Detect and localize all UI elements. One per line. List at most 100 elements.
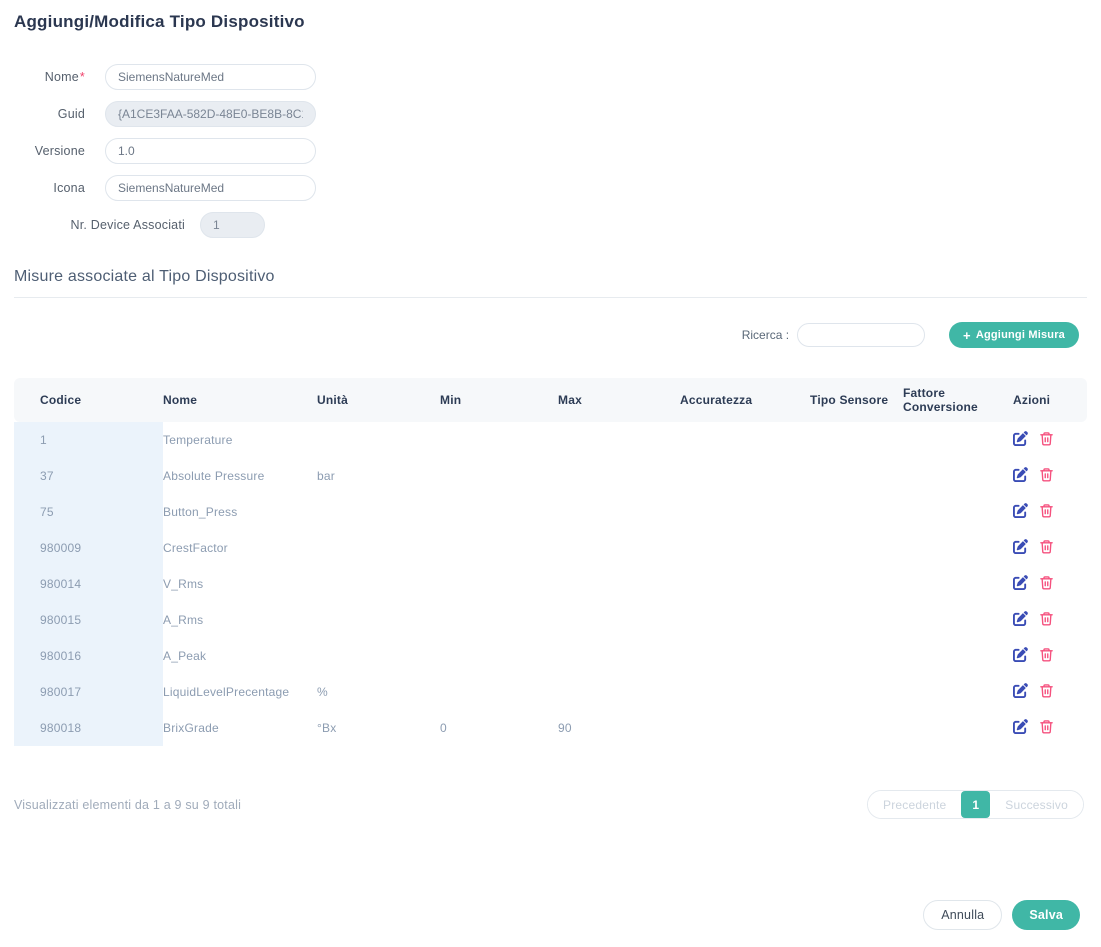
cell-min bbox=[440, 422, 558, 458]
edit-row-button[interactable] bbox=[1013, 539, 1028, 554]
nome-field[interactable] bbox=[105, 64, 316, 90]
delete-row-button[interactable] bbox=[1039, 467, 1054, 482]
edit-pencil-icon bbox=[1013, 467, 1028, 482]
guid-field bbox=[105, 101, 316, 127]
pagination-page-1-button[interactable]: 1 bbox=[961, 791, 990, 818]
cell-azioni bbox=[1013, 494, 1087, 530]
cell-accuratezza bbox=[680, 458, 810, 494]
nr-device-field bbox=[200, 212, 265, 238]
cell-tipo-sensore bbox=[810, 422, 903, 458]
cell-max bbox=[558, 602, 680, 638]
delete-row-button[interactable] bbox=[1039, 503, 1054, 518]
cell-fattore-conversione bbox=[903, 710, 1013, 746]
form-row-nr-device: Nr. Device Associati bbox=[14, 212, 1087, 238]
column-header-codice: Codice bbox=[14, 378, 163, 422]
cell-unita bbox=[317, 422, 440, 458]
cell-nome: Temperature bbox=[163, 422, 317, 458]
table-row: 980018BrixGrade°Bx090 bbox=[14, 710, 1087, 746]
column-header-nome: Nome bbox=[163, 378, 317, 422]
cell-codice: 75 bbox=[14, 494, 163, 530]
cell-max bbox=[558, 638, 680, 674]
search-input[interactable] bbox=[797, 323, 925, 347]
table-footer: Visualizzati elementi da 1 a 9 su 9 tota… bbox=[14, 790, 1087, 819]
cell-min bbox=[440, 602, 558, 638]
cell-codice: 980015 bbox=[14, 602, 163, 638]
cell-codice: 980009 bbox=[14, 530, 163, 566]
cell-max bbox=[558, 494, 680, 530]
icona-field[interactable] bbox=[105, 175, 316, 201]
cell-fattore-conversione bbox=[903, 458, 1013, 494]
nr-device-label: Nr. Device Associati bbox=[14, 218, 185, 232]
form-row-guid: Guid bbox=[14, 101, 1087, 127]
cell-unita: °Bx bbox=[317, 710, 440, 746]
pagination: Precedente 1 Successivo bbox=[867, 790, 1084, 819]
cell-nome: V_Rms bbox=[163, 566, 317, 602]
delete-row-button[interactable] bbox=[1039, 647, 1054, 662]
edit-row-button[interactable] bbox=[1013, 503, 1028, 518]
results-summary: Visualizzati elementi da 1 a 9 su 9 tota… bbox=[14, 798, 241, 812]
pagination-next-button[interactable]: Successivo bbox=[990, 791, 1083, 818]
cell-unita bbox=[317, 638, 440, 674]
cell-fattore-conversione bbox=[903, 638, 1013, 674]
form-row-nome: Nome* bbox=[14, 64, 1087, 90]
cancel-button[interactable]: Annulla bbox=[923, 900, 1002, 930]
edit-row-button[interactable] bbox=[1013, 431, 1028, 446]
form-row-versione: Versione bbox=[14, 138, 1087, 164]
cell-accuratezza bbox=[680, 638, 810, 674]
edit-pencil-icon bbox=[1013, 431, 1028, 446]
edit-pencil-icon bbox=[1013, 683, 1028, 698]
pagination-previous-button[interactable]: Precedente bbox=[868, 791, 961, 818]
edit-row-button[interactable] bbox=[1013, 719, 1028, 734]
cell-unita bbox=[317, 602, 440, 638]
cell-tipo-sensore bbox=[810, 458, 903, 494]
column-header-accuratezza: Accuratezza bbox=[680, 378, 810, 422]
delete-row-button[interactable] bbox=[1039, 539, 1054, 554]
cell-min bbox=[440, 566, 558, 602]
cell-max bbox=[558, 422, 680, 458]
measures-table: Codice Nome Unità Min Max Accuratezza Ti… bbox=[14, 378, 1087, 746]
cell-nome: Button_Press bbox=[163, 494, 317, 530]
edit-row-button[interactable] bbox=[1013, 575, 1028, 590]
cell-accuratezza bbox=[680, 422, 810, 458]
delete-row-button[interactable] bbox=[1039, 575, 1054, 590]
delete-row-button[interactable] bbox=[1039, 611, 1054, 626]
edit-row-button[interactable] bbox=[1013, 611, 1028, 626]
plus-icon: + bbox=[963, 329, 971, 342]
delete-row-button[interactable] bbox=[1039, 683, 1054, 698]
edit-pencil-icon bbox=[1013, 539, 1028, 554]
guid-label: Guid bbox=[14, 107, 85, 121]
cell-tipo-sensore bbox=[810, 566, 903, 602]
cell-azioni bbox=[1013, 602, 1087, 638]
add-measure-label: Aggiungi Misura bbox=[976, 329, 1065, 341]
cell-tipo-sensore bbox=[810, 602, 903, 638]
column-header-max: Max bbox=[558, 378, 680, 422]
search-label: Ricerca : bbox=[742, 328, 789, 342]
cell-nome: Absolute Pressure bbox=[163, 458, 317, 494]
cell-fattore-conversione bbox=[903, 530, 1013, 566]
versione-field[interactable] bbox=[105, 138, 316, 164]
cell-min bbox=[440, 530, 558, 566]
cell-azioni bbox=[1013, 674, 1087, 710]
trash-icon bbox=[1039, 647, 1054, 662]
edit-pencil-icon bbox=[1013, 647, 1028, 662]
delete-row-button[interactable] bbox=[1039, 719, 1054, 734]
edit-row-button[interactable] bbox=[1013, 683, 1028, 698]
trash-icon bbox=[1039, 431, 1054, 446]
edit-row-button[interactable] bbox=[1013, 647, 1028, 662]
cell-min bbox=[440, 458, 558, 494]
cell-nome: LiquidLevelPrecentage bbox=[163, 674, 317, 710]
cell-accuratezza bbox=[680, 566, 810, 602]
cell-azioni bbox=[1013, 710, 1087, 746]
table-row: 1Temperature bbox=[14, 422, 1087, 458]
table-row: 37Absolute Pressurebar bbox=[14, 458, 1087, 494]
cell-nome: BrixGrade bbox=[163, 710, 317, 746]
edit-row-button[interactable] bbox=[1013, 467, 1028, 482]
cell-azioni bbox=[1013, 422, 1087, 458]
delete-row-button[interactable] bbox=[1039, 431, 1054, 446]
save-button[interactable]: Salva bbox=[1012, 900, 1080, 930]
measures-section-title: Misure associate al Tipo Dispositivo bbox=[14, 268, 1087, 298]
table-header-row: Codice Nome Unità Min Max Accuratezza Ti… bbox=[14, 378, 1087, 422]
trash-icon bbox=[1039, 719, 1054, 734]
trash-icon bbox=[1039, 467, 1054, 482]
add-measure-button[interactable]: + Aggiungi Misura bbox=[949, 322, 1079, 348]
